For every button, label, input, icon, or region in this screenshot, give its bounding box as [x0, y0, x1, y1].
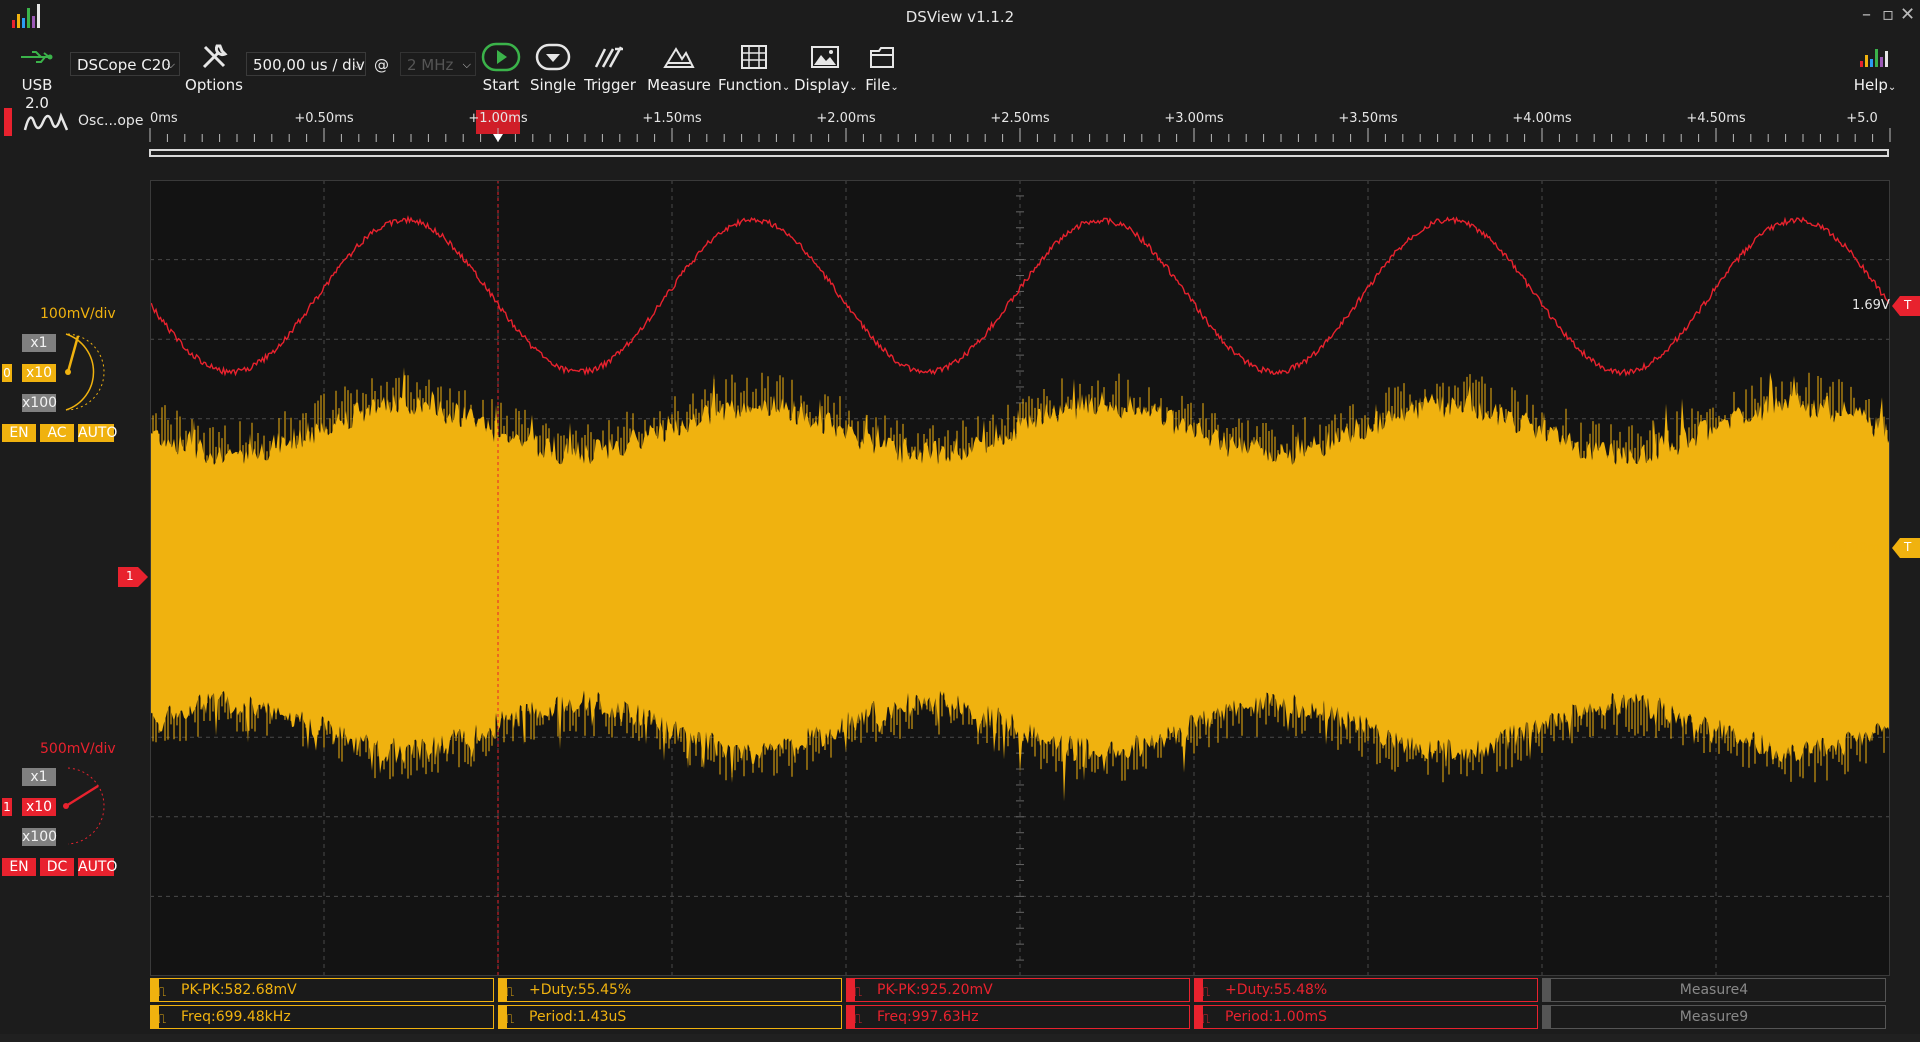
ch0-auto-button[interactable]: AUTO: [78, 424, 117, 442]
pulse-icon: ⎍: [505, 985, 515, 1000]
display-icon: [811, 46, 839, 68]
ch0-coupling-button[interactable]: AC: [40, 424, 74, 442]
ch1-enable-button[interactable]: EN: [2, 858, 36, 876]
measure-button[interactable]: Measure: [644, 38, 714, 94]
ruler-tick-label: +3.50ms: [1338, 111, 1398, 126]
display-button[interactable]: Display⌄: [794, 38, 858, 94]
measure-9[interactable]: Measure9: [1542, 1005, 1886, 1029]
ruler-tick-label: +5.0: [1846, 111, 1878, 126]
ch0-index: 0: [2, 364, 12, 382]
usb-status: USB 2.0: [8, 38, 66, 112]
measure-2[interactable]: ⎍ PK-PK:925.20mV: [846, 978, 1190, 1002]
folder-icon: [870, 47, 894, 68]
ruler-tick-label: +1.50ms: [642, 111, 702, 126]
single-icon: [535, 43, 571, 71]
start-button[interactable]: Start: [476, 38, 526, 94]
ch0-probe-x100[interactable]: x100: [22, 394, 57, 412]
trigger-icon: [594, 46, 623, 68]
timeline-scrollbar[interactable]: [149, 149, 1889, 157]
trigger-pointer-icon: [493, 134, 503, 142]
ruler-tick-label: +2.00ms: [816, 111, 876, 126]
ch0-trigger-marker[interactable]: T: [1892, 538, 1920, 558]
function-button[interactable]: Function⌄: [718, 38, 790, 94]
ch0-enable-button[interactable]: EN: [2, 424, 36, 442]
help-logo-icon: [1860, 49, 1888, 67]
function-icon: [741, 45, 767, 69]
waveform-plot[interactable]: [149, 179, 1891, 977]
samplerate-select: 2 MHz ⌵: [400, 52, 476, 76]
measure-5[interactable]: ⎍ Freq:699.48kHz: [150, 1005, 494, 1029]
toolbar: USB 2.0 DSCope C20 ⌵ Options 500,00 us / …: [0, 32, 1920, 112]
ruler-tick-label: 0ms: [150, 111, 178, 126]
close-icon[interactable]: ✕: [1900, 4, 1915, 25]
pulse-icon: ⎍: [157, 1012, 167, 1027]
measurement-row-1: ⎍ PK-PK:582.68mV ⎍ +Duty:55.45% ⎍ PK-PK:925…: [150, 978, 1890, 1002]
ruler-tick-label: +0.50ms: [294, 111, 354, 126]
at-label: @: [374, 56, 389, 74]
measure-4[interactable]: Measure4: [1542, 978, 1886, 1002]
options-button[interactable]: Options: [184, 38, 244, 94]
oscilloscope-icon: [23, 112, 69, 131]
chevron-down-icon: ⌵: [352, 58, 361, 71]
ch1-index: 1: [2, 798, 12, 816]
ch1-probe-x1[interactable]: x1: [22, 768, 56, 786]
chevron-down-icon: ⌵: [462, 58, 471, 71]
mode-color-bar: [4, 108, 12, 136]
pulse-icon: ⎍: [1201, 1012, 1211, 1027]
horizontal-scrollbar[interactable]: [0, 1034, 1920, 1042]
time-ruler[interactable]: 0ms +0.50ms +1.00ms +1.50ms +2.00ms +2.50ms +3…: [148, 104, 1892, 162]
ch1-probe-x10[interactable]: x10: [22, 798, 56, 816]
ruler-tick-label: +1.00ms: [468, 111, 528, 126]
measure-1[interactable]: ⎍ +Duty:55.45%: [498, 978, 842, 1002]
ch1-offset-marker[interactable]: 1: [118, 567, 148, 587]
pulse-icon: ⎍: [853, 1012, 863, 1027]
tools-icon: [202, 44, 228, 69]
ch1-trigger-level-label: 1.69V: [1852, 298, 1890, 313]
pulse-icon: ⎍: [505, 1012, 515, 1027]
file-button[interactable]: File⌄: [860, 38, 904, 94]
usb-icon: [21, 51, 53, 63]
maximize-icon[interactable]: ▫: [1882, 4, 1894, 25]
ch1-auto-button[interactable]: AUTO: [78, 858, 117, 876]
chevron-down-icon: ⌵: [166, 58, 175, 71]
measurement-row-2: ⎍ Freq:699.48kHz ⎍ Period:1.43uS ⎍ Freq:997…: [150, 1005, 1890, 1029]
mode-label: Osc...ope: [78, 113, 144, 129]
ruler-tick-label: +3.00ms: [1164, 111, 1224, 126]
ch0-probe-x10[interactable]: x10: [22, 364, 56, 382]
measure-7[interactable]: ⎍ Freq:997.63Hz: [846, 1005, 1190, 1029]
device-select[interactable]: DSCope C20 ⌵: [70, 52, 180, 76]
mode-indicator[interactable]: Osc...ope: [0, 104, 148, 140]
title-bar: DSView v1.1.2 – ▫ ✕: [0, 0, 1920, 32]
ch0-vdiv-knob[interactable]: [58, 326, 114, 418]
ruler-tick-label: +4.00ms: [1512, 111, 1572, 126]
measure-3[interactable]: ⎍ +Duty:55.48%: [1194, 978, 1538, 1002]
measure-6[interactable]: ⎍ Period:1.43uS: [498, 1005, 842, 1029]
ch0-vdiv[interactable]: 100mV/div: [40, 306, 116, 322]
timebase-select[interactable]: 500,00 us / div ⌵: [246, 52, 366, 76]
trigger-button[interactable]: Trigger: [582, 38, 638, 94]
single-button[interactable]: Single: [528, 38, 578, 94]
ch1-trigger-marker[interactable]: T: [1892, 296, 1920, 316]
help-button[interactable]: Help⌄: [1852, 38, 1898, 94]
ch1-probe-x100[interactable]: x100: [22, 828, 57, 846]
measure-icon: [663, 47, 695, 68]
pulse-icon: ⎍: [157, 985, 167, 1000]
ch0-probe-x1[interactable]: x1: [22, 334, 56, 352]
ch0-waveform-spikes: [149, 372, 1891, 783]
pulse-icon: ⎍: [1201, 985, 1211, 1000]
ch1-vdiv-knob[interactable]: [58, 760, 114, 852]
measure-0[interactable]: ⎍ PK-PK:582.68mV: [150, 978, 494, 1002]
measure-8[interactable]: ⎍ Period:1.00mS: [1194, 1005, 1538, 1029]
ruler-tick-label: +4.50ms: [1686, 111, 1746, 126]
ch0-trigger-level-label: 38.90mV: [1830, 541, 1889, 556]
ch1-vdiv[interactable]: 500mV/div: [40, 741, 116, 757]
minimize-icon[interactable]: –: [1862, 4, 1871, 25]
window-title: DSView v1.1.2: [905, 8, 1015, 26]
ch1-coupling-button[interactable]: DC: [40, 858, 74, 876]
ruler-tick-label: +2.50ms: [990, 111, 1050, 126]
play-icon: [481, 42, 521, 72]
pulse-icon: ⎍: [853, 985, 863, 1000]
